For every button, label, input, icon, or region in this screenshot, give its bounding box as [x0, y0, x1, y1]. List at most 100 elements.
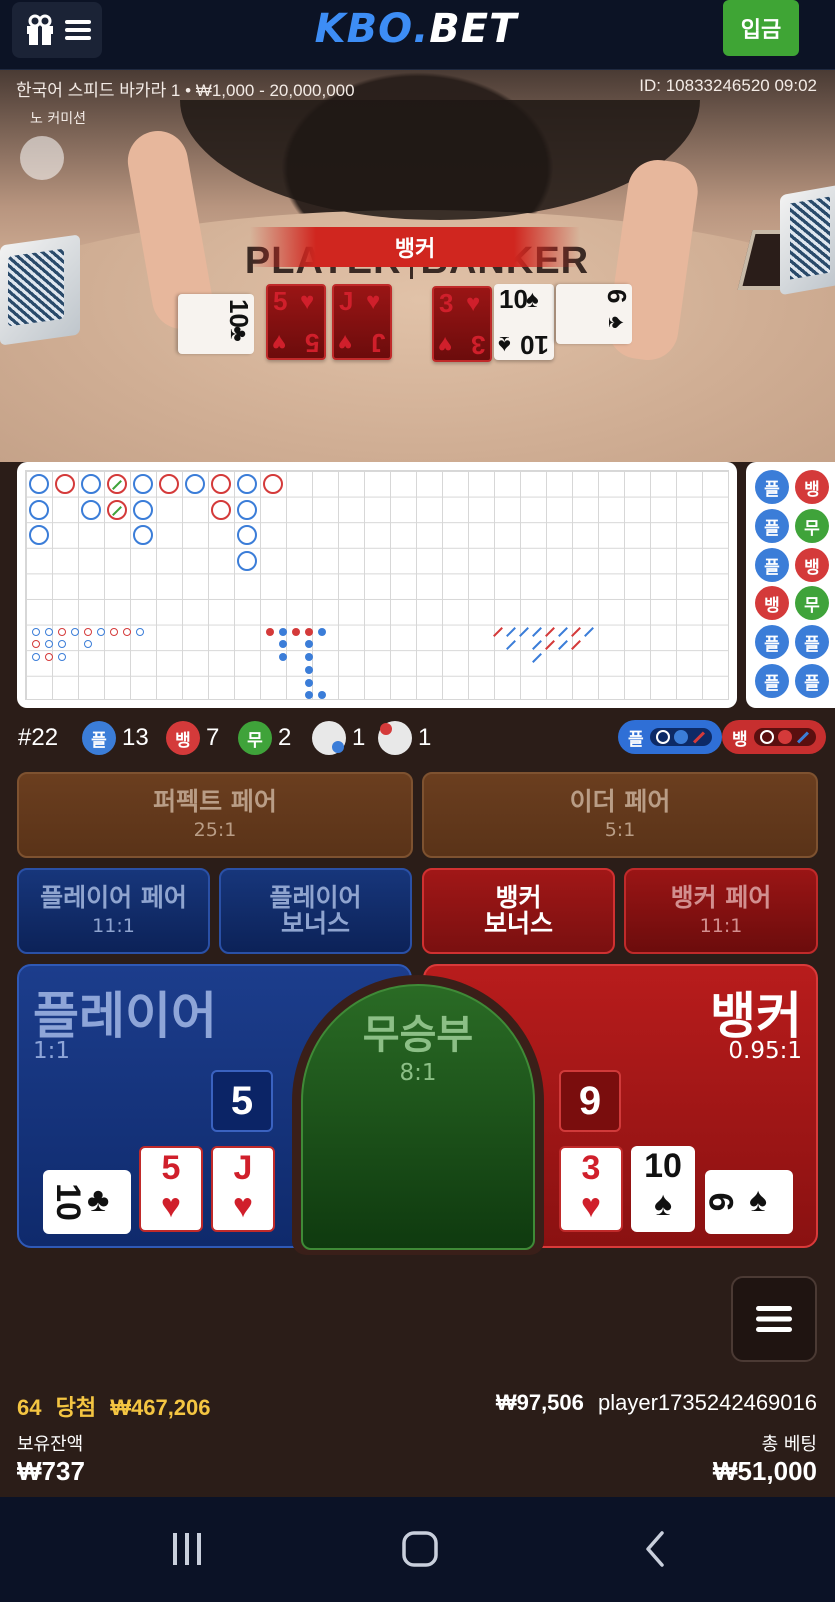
road-bead [133, 525, 153, 545]
user-balance-small: ₩97,506 [495, 1390, 584, 1415]
winner-label: 당첨 [55, 1395, 97, 1420]
card-shoe [0, 234, 80, 346]
home-icon [402, 1531, 438, 1567]
player-pair-bet[interactable]: 플레이어 페어 11:1 [17, 868, 210, 954]
game-menu-button[interactable] [731, 1276, 817, 1362]
balance-label: 보유잔액 [17, 1434, 84, 1455]
banker-card-1: 3 ♥ [559, 1146, 623, 1232]
big-eye-ring [45, 628, 53, 636]
kbo-bet-logo[interactable]: KBO. BET [306, 6, 526, 52]
total-bet-value: ₩51,000 [712, 1456, 817, 1486]
felt-card-player-1: 10 ♣ [178, 294, 254, 354]
banker-score: 9 [559, 1070, 621, 1132]
logo-suffix: BET [429, 6, 518, 52]
banker-predict-label: 뱅 [732, 729, 748, 750]
big-eye-ring [97, 628, 105, 636]
big-eye-predict-icon [759, 730, 774, 744]
perfect-pair-odds: 25:1 [193, 819, 237, 841]
dealer-area [180, 100, 700, 220]
small-road-dot [305, 679, 313, 687]
player-badge: 플 [82, 721, 116, 755]
road-bead [81, 474, 101, 494]
banker-pair-count: 1 [378, 720, 431, 756]
cockroach-predict-icon [796, 730, 809, 744]
bead-plate-item: 플 [795, 664, 829, 698]
tie-bet-area[interactable]: 무승부 8:1 [301, 984, 535, 1250]
roadmap-grid [25, 470, 729, 700]
cockroach-slash [558, 640, 568, 650]
bead-plate-item: 플 [755, 470, 789, 504]
bead-plate-item: 무 [795, 586, 829, 620]
cockroach-slash [571, 627, 581, 637]
winner-amount: ₩467,206 [110, 1395, 211, 1420]
felt-card-player-2: 5 ♥ ♥ 5 [266, 284, 326, 360]
banker-pair-icon [378, 721, 412, 755]
big-eye-ring [84, 628, 92, 636]
bead-plate[interactable]: 플 뱅 플 무 플 뱅 뱅 무 플 플 플 플 [746, 462, 835, 708]
banker-predict-button[interactable]: 뱅 [722, 720, 826, 754]
player-pair-value: 1 [352, 724, 366, 751]
road-bead [133, 474, 153, 494]
recent-apps-button[interactable] [157, 1527, 217, 1571]
roadmap-panel[interactable] [17, 462, 737, 708]
cockroach-slash [571, 640, 581, 650]
small-road-dot [318, 691, 326, 699]
banker-odds: 0.95:1 [728, 1038, 802, 1064]
small-road-dot [305, 691, 313, 699]
tie-odds: 8:1 [399, 1060, 437, 1086]
back-button[interactable] [626, 1527, 686, 1571]
big-eye-ring [136, 628, 144, 636]
player-predict-button[interactable]: 플 [618, 720, 722, 754]
no-commission-label: 노 커미션 [30, 111, 86, 127]
round-id: ID: 10833246520 09:02 [639, 76, 817, 95]
big-eye-ring [84, 640, 92, 648]
winner-banner: 뱅커 [250, 227, 580, 267]
either-pair-bet[interactable]: 이더 페어 5:1 [422, 772, 818, 858]
road-bead [211, 500, 231, 520]
deposit-button[interactable]: 입금 [723, 0, 799, 56]
small-road-dot [305, 653, 313, 661]
player-predict-label: 플 [628, 729, 644, 750]
round-label: #22 [18, 724, 59, 751]
road-bead [29, 500, 49, 520]
logo-prefix: KBO [314, 6, 414, 52]
home-button[interactable] [390, 1527, 450, 1571]
cockroach-slash [532, 640, 542, 650]
banker-bonus-bet[interactable]: 뱅커 보너스 [422, 868, 615, 954]
tie-count-value: 2 [278, 724, 292, 751]
hamburger-icon [756, 1306, 792, 1332]
player-bonus-bet[interactable]: 플레이어 보너스 [219, 868, 412, 954]
big-eye-ring [58, 653, 66, 661]
small-road-dot [305, 628, 313, 636]
live-video: 한국어 스피드 바카라 1 • ₩1,000 - 20,000,000 ID: … [0, 70, 835, 462]
player-win-count: 플 13 [82, 720, 149, 756]
cockroach-slash [519, 627, 529, 637]
small-road-dot [279, 653, 287, 661]
road-bead [29, 474, 49, 494]
player-pair-icon [312, 721, 346, 755]
player-pair-odds: 11:1 [92, 915, 135, 937]
gift-menu-button[interactable] [12, 2, 102, 58]
cockroach-slash [506, 627, 516, 637]
road-bead [237, 551, 257, 571]
bead-plate-item: 무 [795, 509, 829, 543]
banker-bonus-line1: 뱅커 [495, 883, 542, 912]
felt-card-banker-2: 10 ♠ ♠ 10 [494, 284, 554, 360]
card-shoe-right [780, 184, 835, 296]
banker-pair-bet[interactable]: 뱅커 페어 11:1 [624, 868, 818, 954]
road-bead [159, 474, 179, 494]
perfect-pair-title: 퍼펙트 페어 [153, 787, 277, 816]
big-eye-predict-icon [655, 730, 670, 744]
cockroach-slash [545, 640, 555, 650]
road-bead [133, 500, 153, 520]
user-info: ₩97,506 player1735242469016 [496, 1390, 817, 1416]
big-eye-ring [32, 628, 40, 636]
small-road-dot [266, 628, 274, 636]
big-eye-ring [58, 640, 66, 648]
perfect-pair-bet[interactable]: 퍼펙트 페어 25:1 [17, 772, 413, 858]
player-count: 13 [122, 724, 149, 751]
player-card-3: J ♥ [211, 1146, 275, 1232]
road-bead [263, 474, 283, 494]
winner-count: 64 [17, 1395, 42, 1420]
cockroach-slash [532, 653, 542, 663]
